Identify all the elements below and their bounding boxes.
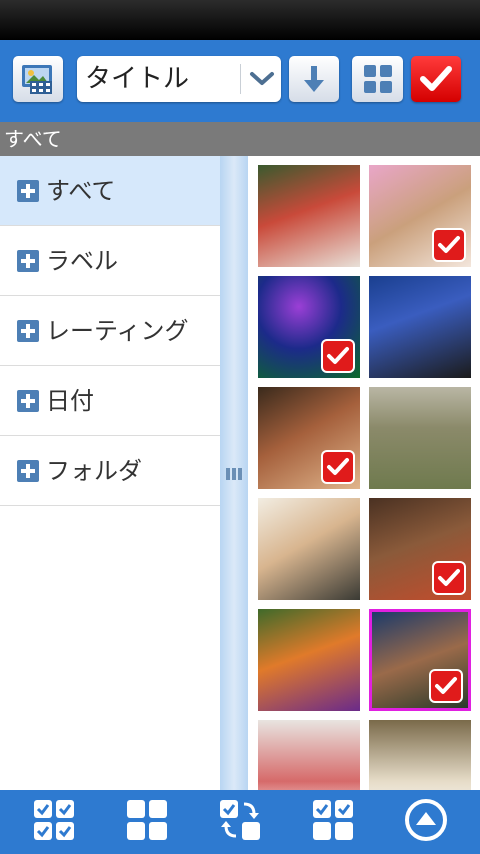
sidebar-item-label: すべて <box>46 177 116 205</box>
check-selected-button[interactable] <box>307 796 359 848</box>
thumbnail[interactable] <box>369 165 471 267</box>
expand-plus-icon <box>17 390 39 412</box>
status-bar <box>0 0 480 40</box>
sidebar-item-folder[interactable]: フォルダ <box>0 436 220 506</box>
scroll-top-icon <box>404 798 448 846</box>
grid-layout-icon <box>125 798 169 846</box>
panel-splitter[interactable] <box>220 156 248 790</box>
sidebar-item-label: レーティング <box>46 317 189 345</box>
deselect-icon <box>311 798 355 846</box>
swap-selection-icon <box>218 798 262 846</box>
thumbnail-grid <box>248 156 480 790</box>
thumbnail[interactable] <box>369 498 471 600</box>
expand-plus-icon <box>17 180 39 202</box>
select-all-button[interactable] <box>28 796 80 848</box>
deselect-all-button[interactable] <box>121 796 173 848</box>
category-label: すべて <box>4 127 62 151</box>
thumbnail-focused[interactable] <box>369 609 471 711</box>
selection-mode-button[interactable] <box>411 56 461 102</box>
thumbnail[interactable] <box>258 720 360 790</box>
sort-descending-icon <box>302 64 326 94</box>
scroll-top-button[interactable] <box>400 796 452 848</box>
thumbnail[interactable] <box>369 720 471 790</box>
media-library-button[interactable] <box>13 56 63 102</box>
thumbnail[interactable] <box>258 276 360 378</box>
invert-selection-button[interactable] <box>214 796 266 848</box>
drag-handle-icon <box>224 468 244 480</box>
sort-select[interactable]: タイトル <box>77 56 281 102</box>
grid-view-button[interactable] <box>352 56 403 102</box>
divider <box>240 64 241 94</box>
toolbar: タイトル <box>0 40 480 122</box>
filter-sidebar: すべて ラベル レーティング 日付 フォルダ <box>0 156 220 790</box>
sidebar-item-label-filter[interactable]: ラベル <box>0 226 220 296</box>
sidebar-item-label: 日付 <box>46 387 94 415</box>
checked-icon <box>434 563 464 593</box>
expand-plus-icon <box>17 320 39 342</box>
checked-icon <box>431 671 461 701</box>
checkmark-icon <box>419 64 453 94</box>
sort-label: タイトル <box>85 64 190 94</box>
expand-plus-icon <box>17 460 39 482</box>
checked-icon <box>323 452 353 482</box>
media-library-icon <box>20 63 56 95</box>
sidebar-item-label: ラベル <box>46 247 118 275</box>
sidebar-item-date[interactable]: 日付 <box>0 366 220 436</box>
thumbnail[interactable] <box>369 276 471 378</box>
select-all-icon <box>32 798 76 846</box>
sidebar-item-all[interactable]: すべて <box>0 156 220 226</box>
bottom-toolbar <box>0 790 480 854</box>
checked-icon <box>323 341 353 371</box>
thumbnail[interactable] <box>258 387 360 489</box>
thumbnail[interactable] <box>258 498 360 600</box>
thumbnail[interactable] <box>369 387 471 489</box>
checked-icon <box>434 230 464 260</box>
thumbnail[interactable] <box>258 609 360 711</box>
sidebar-item-rating[interactable]: レーティング <box>0 296 220 366</box>
sort-direction-button[interactable] <box>289 56 339 102</box>
thumbnail[interactable] <box>258 165 360 267</box>
chevron-down-icon <box>243 56 281 102</box>
sidebar-item-label: フォルダ <box>46 457 142 485</box>
grid-view-icon <box>363 64 393 94</box>
category-bar: すべて <box>0 122 480 156</box>
expand-plus-icon <box>17 250 39 272</box>
